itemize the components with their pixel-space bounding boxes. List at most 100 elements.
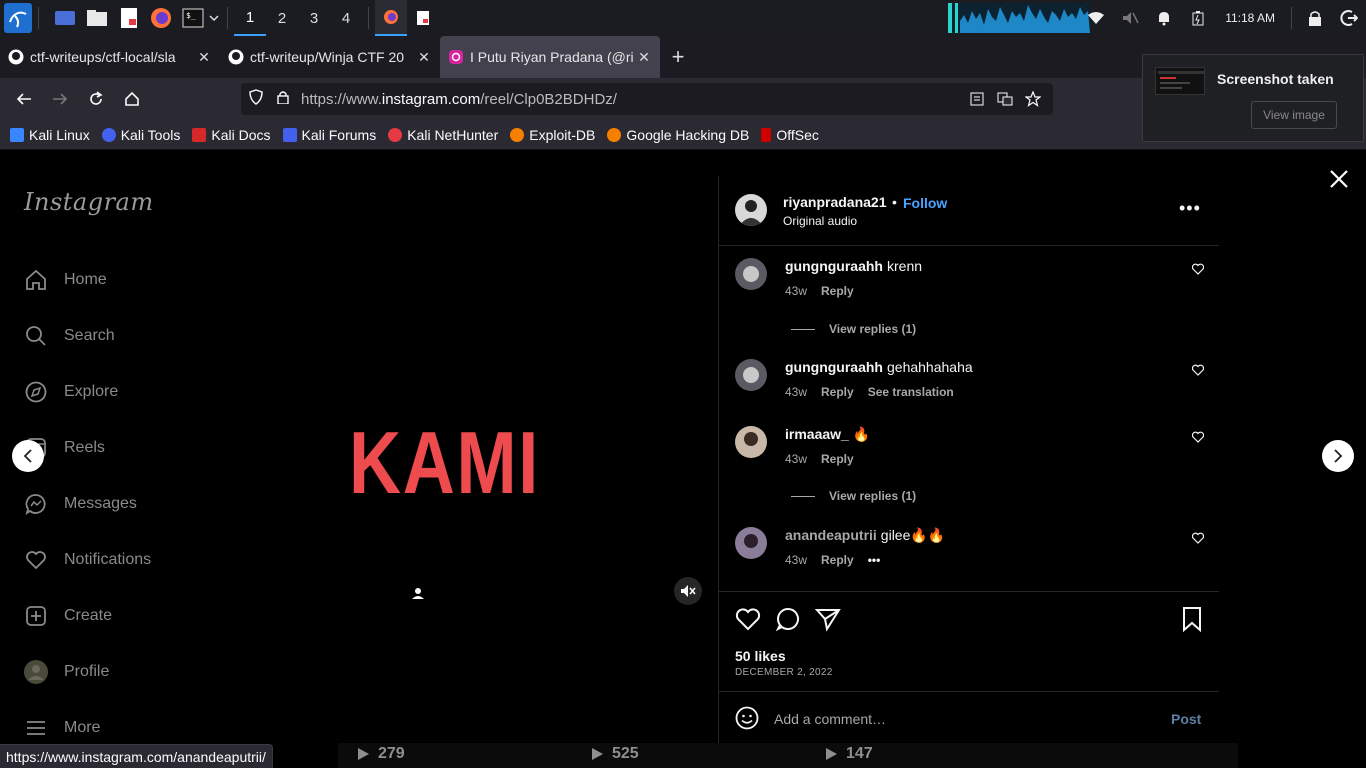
bookmark-offsec[interactable]: OffSec <box>761 127 819 143</box>
back-button[interactable] <box>6 83 42 115</box>
reply-button[interactable]: Reply <box>821 284 854 298</box>
nav-search[interactable]: Search <box>24 321 115 351</box>
bookmark-star-icon[interactable] <box>1019 91 1047 107</box>
logout-icon[interactable] <box>1340 9 1358 27</box>
volume-muted-icon[interactable] <box>1121 9 1139 27</box>
comment-time[interactable]: 43w <box>785 553 807 567</box>
previous-post-button[interactable] <box>12 440 44 472</box>
reply-button[interactable]: Reply <box>821 452 854 466</box>
close-icon[interactable]: ✕ <box>196 49 212 66</box>
commenter-avatar[interactable] <box>735 426 767 458</box>
see-translation-button[interactable]: See translation <box>868 385 954 399</box>
comment-username[interactable]: anandeaputrii <box>785 527 877 543</box>
shield-icon[interactable] <box>249 88 263 110</box>
comment-username[interactable]: irmaaaw_ <box>785 426 849 442</box>
commenter-avatar[interactable] <box>735 527 767 559</box>
comment-button[interactable] <box>775 606 801 632</box>
lock-icon[interactable] <box>277 90 289 109</box>
wifi-icon[interactable] <box>1087 9 1105 27</box>
bookmark-exploit-db[interactable]: Exploit-DB <box>510 127 595 143</box>
nav-more[interactable]: More <box>24 713 100 743</box>
firefox-icon[interactable] <box>149 6 173 30</box>
bell-icon[interactable] <box>1155 9 1173 27</box>
post-comment-button[interactable]: Post <box>1171 711 1201 727</box>
firefox-window-button[interactable] <box>375 0 407 36</box>
url-bar[interactable]: https://www.instagram.com/reel/Clp0B2BDH… <box>241 83 1053 115</box>
reload-button[interactable] <box>78 83 114 115</box>
nav-home[interactable]: Home <box>24 265 107 295</box>
instagram-logo[interactable]: Instagram <box>24 188 154 216</box>
close-icon[interactable]: ✕ <box>416 49 432 66</box>
kali-menu-icon[interactable] <box>4 3 32 33</box>
chevron-down-icon[interactable] <box>207 6 221 30</box>
author-username[interactable]: riyanpradana21 <box>783 194 887 210</box>
comment-input[interactable] <box>774 692 1134 746</box>
comment-options-button[interactable]: ••• <box>868 553 881 567</box>
battery-icon[interactable] <box>1189 9 1207 27</box>
bookmark-google-hacking-db[interactable]: Google Hacking DB <box>607 127 749 143</box>
terminal-icon[interactable]: $_ <box>181 6 205 30</box>
reel-play-count[interactable]: 279 <box>356 745 405 763</box>
like-button[interactable] <box>735 606 761 632</box>
desktop-icon[interactable] <box>53 6 77 30</box>
comment-time[interactable]: 43w <box>785 452 807 466</box>
text-editor-icon[interactable] <box>117 6 141 30</box>
commenter-avatar[interactable] <box>735 258 767 290</box>
comment-time[interactable]: 43w <box>785 385 807 399</box>
new-tab-button[interactable]: + <box>660 36 696 78</box>
tagged-user-icon[interactable] <box>411 586 425 605</box>
view-replies-button[interactable]: View replies (1) <box>791 322 916 336</box>
comment-username[interactable]: gungnguraahh <box>785 258 883 274</box>
share-button[interactable] <box>814 606 841 632</box>
reel-play-count[interactable]: 147 <box>824 745 873 763</box>
likes-count[interactable]: 50 likes <box>735 648 786 664</box>
view-image-button[interactable]: View image <box>1251 101 1337 129</box>
bookmark-kali-forums[interactable]: Kali Forums <box>282 127 376 143</box>
nav-profile[interactable]: Profile <box>24 657 109 687</box>
screenshot-notification[interactable]: Screenshot taken View image <box>1142 54 1364 142</box>
clock[interactable]: 11:18 AM <box>1225 11 1275 25</box>
home-button[interactable] <box>114 83 150 115</box>
reply-button[interactable]: Reply <box>821 385 854 399</box>
nav-notifications[interactable]: Notifications <box>24 545 151 575</box>
like-comment-button[interactable] <box>1191 363 1205 381</box>
like-comment-button[interactable] <box>1191 262 1205 280</box>
mute-button[interactable] <box>674 577 702 605</box>
comment-username[interactable]: gungnguraahh <box>785 359 883 375</box>
close-icon[interactable]: ✕ <box>636 49 652 66</box>
comment-time[interactable]: 43w <box>785 284 807 298</box>
forward-button[interactable] <box>42 83 78 115</box>
nav-explore[interactable]: Explore <box>24 377 118 407</box>
workspace-3[interactable]: 3 <box>298 0 330 36</box>
bookmark-kali-nethunter[interactable]: Kali NetHunter <box>388 127 498 143</box>
reel-video[interactable]: KAMI <box>245 150 718 743</box>
files-icon[interactable] <box>85 6 109 30</box>
emoji-button[interactable] <box>735 706 759 735</box>
bookmark-kali-linux[interactable]: Kali Linux <box>10 127 90 143</box>
nav-create[interactable]: Create <box>24 601 112 631</box>
more-options-button[interactable]: ••• <box>1179 198 1201 219</box>
follow-button[interactable]: Follow <box>903 195 947 211</box>
reel-play-count[interactable]: 525 <box>590 745 639 763</box>
close-post-button[interactable] <box>1326 166 1352 192</box>
bookmark-kali-docs[interactable]: Kali Docs <box>192 127 271 143</box>
workspace-1[interactable]: 1 <box>234 0 266 36</box>
reply-button[interactable]: Reply <box>821 553 854 567</box>
like-comment-button[interactable] <box>1191 531 1205 549</box>
save-button[interactable] <box>1179 606 1205 633</box>
lock-icon[interactable] <box>1306 9 1324 27</box>
like-comment-button[interactable] <box>1191 430 1205 448</box>
translate-icon[interactable] <box>991 92 1019 106</box>
view-replies-button[interactable]: View replies (1) <box>791 489 916 503</box>
audio-link[interactable]: Original audio <box>783 214 857 228</box>
workspace-2[interactable]: 2 <box>266 0 298 36</box>
author-avatar[interactable] <box>735 194 767 226</box>
tab-instagram[interactable]: I Putu Riyan Pradana (@ri ✕ <box>440 36 660 78</box>
bookmark-kali-tools[interactable]: Kali Tools <box>101 127 180 143</box>
text-editor-window-button[interactable] <box>407 0 439 36</box>
tab-ctf-writeups[interactable]: ctf-writeups/ctf-local/sla ✕ <box>0 36 220 78</box>
nav-messages[interactable]: Messages <box>24 489 137 519</box>
tab-winja-ctf[interactable]: ctf-writeup/Winja CTF 20 ✕ <box>220 36 440 78</box>
next-post-button[interactable] <box>1322 440 1354 472</box>
commenter-avatar[interactable] <box>735 359 767 391</box>
